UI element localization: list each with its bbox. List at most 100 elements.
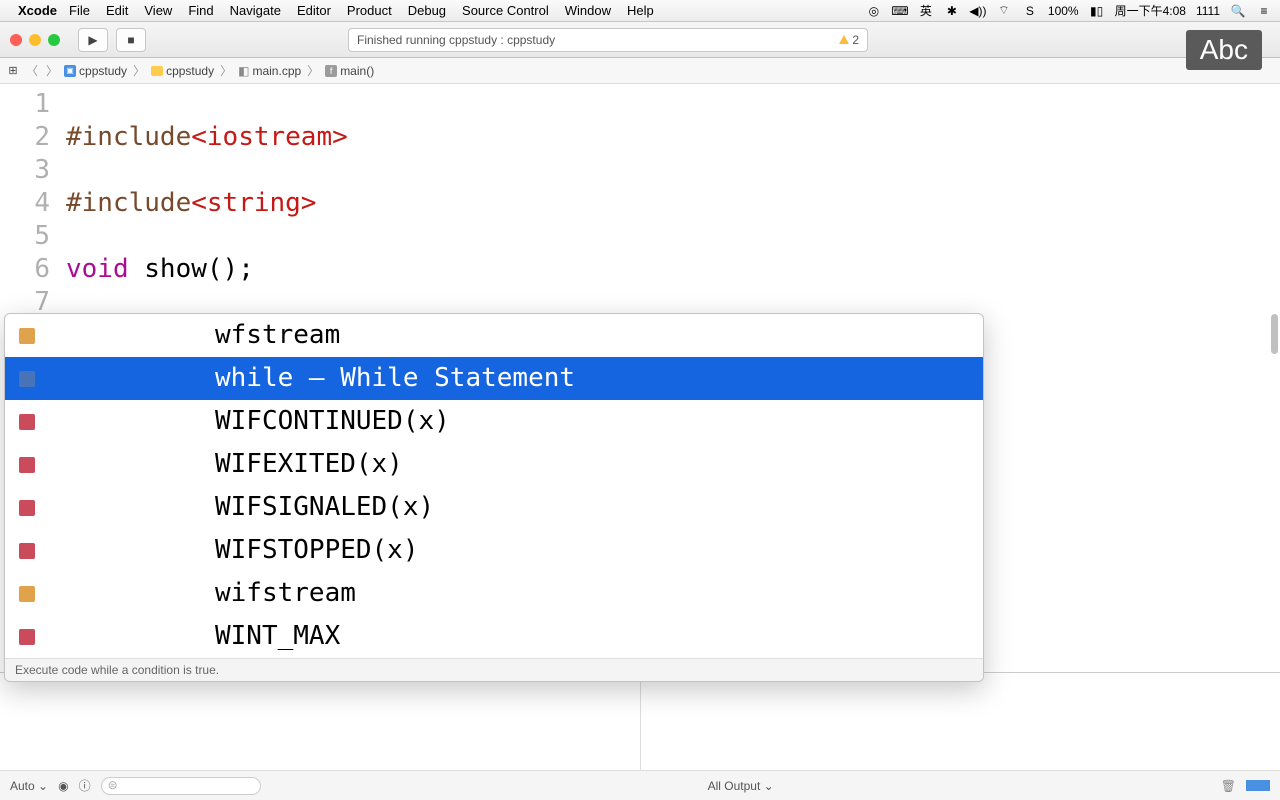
macro-icon (19, 543, 35, 559)
breadcrumb-file[interactable]: ◧ main.cpp (238, 64, 301, 78)
completion-label: WIFSTOPPED(x) (55, 529, 419, 572)
menu-source-control[interactable]: Source Control (462, 3, 549, 18)
variables-view[interactable] (0, 673, 640, 770)
debug-bar: Auto ⌄ ◉ ⓘ ⊜ All Output ⌄ 🗑 (0, 770, 1280, 800)
code-completion-popup: wfstream while — While Statement WIFCONT… (4, 313, 984, 682)
wifi-icon[interactable]: ⌔ (996, 3, 1012, 19)
run-button[interactable]: ▶ (78, 28, 108, 52)
menu-file[interactable]: File (69, 3, 90, 18)
completion-label: WIFSIGNALED(x) (55, 486, 434, 529)
completion-label: WIFEXITED(x) (55, 443, 403, 486)
session-info: 1111 (1196, 4, 1220, 18)
auto-selector[interactable]: Auto ⌄ (10, 779, 48, 793)
preprocessor: #include (66, 188, 191, 218)
menu-debug[interactable]: Debug (408, 3, 446, 18)
back-button[interactable]: 〈 (26, 62, 38, 79)
completion-item[interactable]: WIFSTOPPED(x) (5, 529, 983, 572)
battery-text: 100% (1048, 4, 1079, 18)
preprocessor: #include (66, 122, 191, 152)
macro-icon (19, 500, 35, 516)
close-button[interactable] (10, 34, 22, 46)
type-icon (19, 586, 35, 602)
breadcrumb-function-label: main() (340, 64, 374, 78)
warning-icon (839, 35, 849, 44)
menu-find[interactable]: Find (188, 3, 213, 18)
quicklook-icon[interactable]: ◉ (58, 779, 68, 793)
forward-button[interactable]: 〉 (46, 62, 58, 79)
jump-bar: ⊞ 〈 〉 ▣ cppstudy 〉 cppstudy 〉 ◧ main.cpp… (0, 58, 1280, 84)
battery-icon[interactable]: ▮▯ (1089, 3, 1105, 19)
chevron-icon: 〉 (133, 62, 145, 79)
xcode-toolbar: ▶ ■ Finished running cppstudy : cppstudy… (0, 22, 1280, 58)
macos-menubar: Xcode File Edit View Find Navigate Edito… (0, 0, 1280, 22)
completion-label: WIFCONTINUED(x) (55, 400, 450, 443)
input-method-icon[interactable]: 英 (918, 3, 934, 19)
menu-navigate[interactable]: Navigate (230, 3, 281, 18)
stop-button[interactable]: ■ (116, 28, 146, 52)
source-editor[interactable]: 1234567 #include<iostream> #include<stri… (0, 84, 1280, 672)
breadcrumb-project[interactable]: ▣ cppstudy (64, 64, 127, 78)
activity-status[interactable]: Finished running cppstudy : cppstudy 2 (348, 28, 868, 52)
panel-toggle[interactable] (1246, 780, 1270, 791)
completion-item[interactable]: WIFCONTINUED(x) (5, 400, 983, 443)
folder-icon (151, 66, 163, 76)
chevron-icon: 〉 (220, 62, 232, 79)
menu-editor[interactable]: Editor (297, 3, 331, 18)
completion-description: Execute code while a condition is true. (5, 658, 983, 681)
print-description-icon[interactable]: ⓘ (79, 777, 91, 794)
completion-item[interactable]: WIFSIGNALED(x) (5, 486, 983, 529)
debug-area (0, 672, 1280, 770)
breadcrumb-folder-label: cppstudy (166, 64, 214, 78)
status-icon[interactable]: ⌨ (892, 3, 908, 19)
menu-product[interactable]: Product (347, 3, 392, 18)
snippet-icon (19, 371, 35, 387)
code-text: show(); (129, 254, 254, 284)
breadcrumb-function[interactable]: f main() (325, 64, 374, 78)
completion-item-selected[interactable]: while — While Statement (5, 357, 983, 400)
chevron-icon: 〉 (307, 62, 319, 79)
app-icon[interactable]: S (1022, 3, 1038, 19)
notification-icon[interactable]: ≡ (1256, 3, 1272, 19)
macro-icon (19, 414, 35, 430)
input-method-overlay: Abc (1186, 30, 1262, 70)
macro-icon (19, 629, 35, 645)
header-name: <iostream> (191, 122, 348, 152)
warning-count: 2 (852, 33, 859, 47)
completion-label: WINT_MAX (55, 615, 340, 658)
completion-item[interactable]: wifstream (5, 572, 983, 615)
variables-filter[interactable]: ⊜ (101, 777, 261, 795)
breadcrumb-folder[interactable]: cppstudy (151, 64, 214, 78)
menu-view[interactable]: View (144, 3, 172, 18)
minimize-button[interactable] (29, 34, 41, 46)
related-items-icon[interactable]: ⊞ (6, 64, 20, 78)
menu-help[interactable]: Help (627, 3, 654, 18)
completion-label: while — While Statement (55, 357, 575, 400)
completion-item[interactable]: WINT_MAX (5, 615, 983, 658)
status-icon[interactable]: ◎ (866, 3, 882, 19)
macro-icon (19, 457, 35, 473)
status-text: Finished running cppstudy : cppstudy (357, 33, 555, 47)
output-selector[interactable]: All Output ⌄ (708, 779, 774, 793)
scrollbar-thumb[interactable] (1271, 314, 1278, 354)
header-name: <string> (191, 188, 316, 218)
warnings-indicator[interactable]: 2 (839, 33, 859, 47)
bluetooth-icon[interactable]: ✱ (944, 3, 960, 19)
completion-item[interactable]: WIFEXITED(x) (5, 443, 983, 486)
completion-item[interactable]: wfstream (5, 314, 983, 357)
console-output[interactable] (641, 673, 1280, 770)
zoom-button[interactable] (48, 34, 60, 46)
completion-label: wifstream (55, 572, 356, 615)
project-icon: ▣ (64, 65, 76, 77)
window-controls (10, 34, 60, 46)
type-icon (19, 328, 35, 344)
volume-icon[interactable]: ◀)) (970, 3, 986, 19)
keyword: void (66, 254, 129, 284)
function-icon: f (325, 65, 337, 77)
clear-console-button[interactable]: 🗑 (1221, 779, 1236, 793)
breadcrumb-project-label: cppstudy (79, 64, 127, 78)
app-name[interactable]: Xcode (18, 3, 57, 18)
menu-edit[interactable]: Edit (106, 3, 128, 18)
menu-window[interactable]: Window (565, 3, 611, 18)
clock[interactable]: 周一下午4:08 (1115, 2, 1186, 19)
spotlight-icon[interactable]: 🔍 (1230, 3, 1246, 19)
